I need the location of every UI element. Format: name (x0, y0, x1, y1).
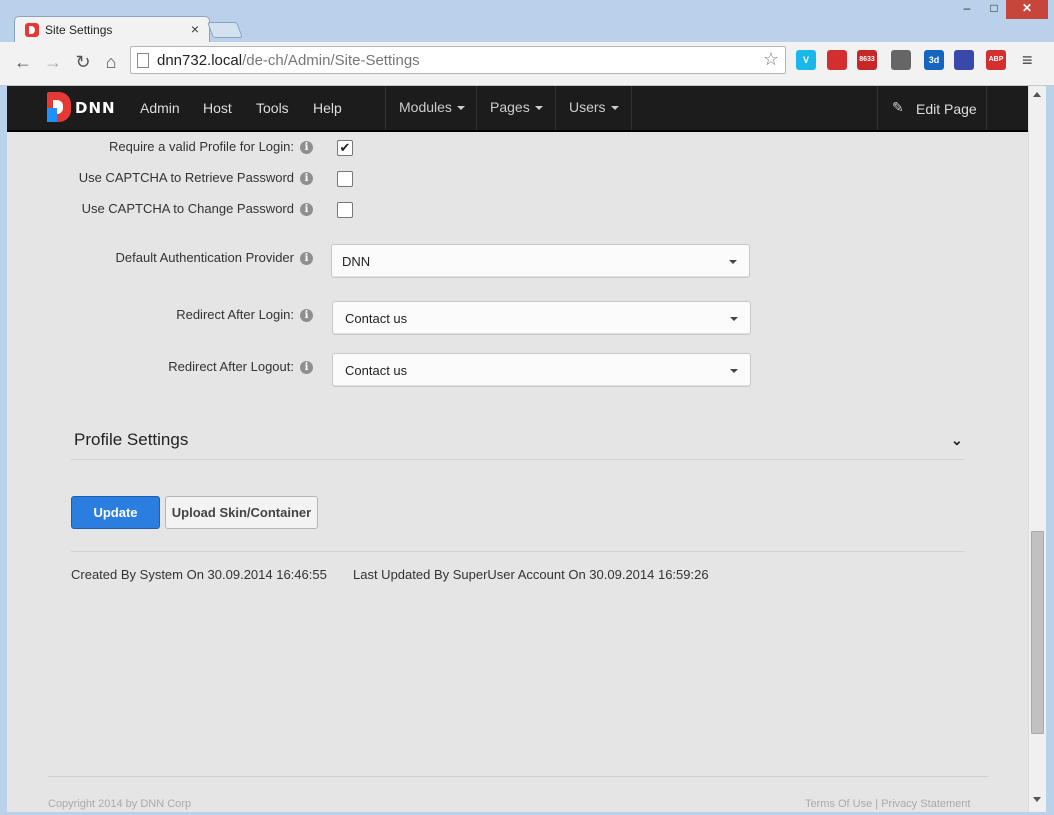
menu-modules-label: Modules (399, 99, 452, 115)
caret-down-icon (456, 106, 465, 111)
address-url[interactable]: dnn732.local/de-ch/Admin/Site-Settings (157, 52, 420, 69)
divider (71, 459, 964, 460)
tab-title: Site Settings (45, 23, 113, 37)
adblock-icon[interactable]: ABP (986, 50, 1006, 70)
dnn-logo[interactable]: DNN (47, 92, 116, 136)
dnn-favicon-icon (25, 23, 39, 37)
info-icon[interactable]: i (300, 361, 313, 374)
update-button[interactable]: Update (71, 496, 160, 529)
auth-provider-value: DNN (342, 254, 371, 269)
redirect-logout-label: Redirect After Logout: (168, 359, 294, 374)
caret-down-icon (610, 106, 619, 111)
bookmark-icon[interactable] (827, 50, 847, 70)
browser-titlebar: Site Settings × – □ ✕ (0, 0, 1054, 44)
keyboard-icon[interactable] (891, 50, 911, 70)
address-bar[interactable]: dnn732.local/de-ch/Admin/Site-Settings ☆ (130, 46, 786, 74)
url-path: /de-ch/Admin/Site-Settings (242, 52, 420, 69)
divider (476, 86, 477, 130)
info-icon[interactable]: i (300, 309, 313, 322)
redirect-login-value: Contact us (345, 311, 408, 326)
page-scrollbar[interactable] (1028, 86, 1046, 812)
nav-help[interactable]: Help (313, 100, 342, 116)
footer-copyright: Copyright 2014 by DNN Corp (48, 798, 192, 810)
forward-arrow-icon[interactable]: → (42, 51, 64, 73)
caret-down-icon (534, 106, 543, 111)
redirect-logout-value: Contact us (345, 363, 408, 378)
page-content: Require a valid Profile for Login: i ✔ U… (7, 132, 1028, 812)
edit-page-button[interactable]: ✎ Edit Page (877, 86, 987, 130)
captcha-change-checkbox[interactable] (337, 202, 353, 218)
chrome-menu-icon[interactable]: ≡ (1022, 50, 1040, 70)
dnn-control-bar: DNN Admin Host Tools Help Modules Pages … (7, 86, 1028, 136)
info-icon[interactable]: i (300, 252, 313, 265)
divider (385, 86, 386, 130)
window-close-button[interactable]: ✕ (1006, 0, 1048, 19)
info-icon[interactable]: i (300, 203, 313, 216)
divider (71, 551, 964, 552)
nav-host[interactable]: Host (203, 100, 232, 116)
home-icon[interactable]: ⌂ (100, 51, 122, 73)
scroll-thumb[interactable] (1031, 531, 1044, 734)
menu-users-label: Users (569, 99, 606, 115)
info-icon[interactable]: i (300, 141, 313, 154)
calendar-icon[interactable]: 3d (924, 50, 944, 70)
footer-divider (48, 776, 988, 777)
profile-settings-header[interactable]: Profile Settings (74, 430, 188, 450)
dropdown-arrow-icon (729, 260, 737, 264)
dropdown-arrow-icon (730, 317, 738, 321)
captcha-change-label: Use CAPTCHA to Change Password (81, 201, 294, 216)
window-minimize-button[interactable]: – (954, 0, 980, 19)
menu-modules[interactable]: Modules (399, 99, 465, 115)
vimeo-icon[interactable]: V (796, 50, 816, 70)
require-profile-label: Require a valid Profile for Login: (109, 139, 294, 154)
updated-info: Last Updated By SuperUser Account On 30.… (353, 567, 709, 582)
created-info: Created By System On 30.09.2014 16:46:55 (71, 567, 327, 582)
auth-provider-label: Default Authentication Provider (115, 250, 295, 265)
redirect-login-select[interactable]: Contact us (332, 301, 751, 335)
url-host: dnn732.local (157, 52, 243, 69)
chevron-down-icon[interactable]: ⌄ (951, 432, 963, 449)
back-arrow-icon[interactable]: ← (12, 51, 34, 73)
bookmark-star-icon[interactable]: ☆ (763, 49, 779, 70)
menu-users[interactable]: Users (569, 99, 619, 115)
scroll-down-arrow-icon[interactable] (1033, 797, 1041, 802)
captcha-retrieve-checkbox[interactable] (337, 171, 353, 187)
window-maximize-button[interactable]: □ (981, 0, 1007, 19)
browser-tab[interactable]: Site Settings × (14, 16, 210, 44)
nav-tools[interactable]: Tools (256, 100, 289, 116)
scroll-up-arrow-icon[interactable] (1033, 92, 1041, 97)
require-profile-checkbox[interactable]: ✔ (337, 140, 353, 156)
menu-pages[interactable]: Pages (490, 99, 543, 115)
dnn-logo-accent (47, 108, 57, 122)
reload-icon[interactable]: ↻ (72, 51, 94, 73)
captcha-retrieve-label: Use CAPTCHA to Retrieve Password (78, 170, 294, 185)
page-icon (137, 53, 149, 68)
pencil-icon: ✎ (892, 99, 904, 115)
divider (631, 86, 632, 130)
upload-skin-button[interactable]: Upload Skin/Container (165, 496, 318, 529)
nav-admin[interactable]: Admin (140, 100, 180, 116)
browser-toolbar: ← → ↻ ⌂ dnn732.local/de-ch/Admin/Site-Se… (0, 42, 1054, 86)
edit-page-label: Edit Page (916, 101, 977, 117)
gmail-icon[interactable]: 8633 (857, 50, 877, 70)
divider (555, 86, 556, 130)
auth-provider-select[interactable]: DNN (331, 244, 750, 278)
redirect-login-label: Redirect After Login: (176, 307, 294, 322)
menu-pages-label: Pages (490, 99, 530, 115)
redirect-logout-select[interactable]: Contact us (332, 353, 751, 387)
moon-icon[interactable] (954, 50, 974, 70)
dropdown-arrow-icon (730, 369, 738, 373)
info-icon[interactable]: i (300, 172, 313, 185)
footer-links[interactable]: Terms Of Use | Privacy Statement (805, 798, 970, 810)
new-tab-button[interactable] (207, 22, 243, 38)
dnn-logo-text: DNN (75, 99, 116, 117)
tab-close-icon[interactable]: × (191, 21, 199, 37)
